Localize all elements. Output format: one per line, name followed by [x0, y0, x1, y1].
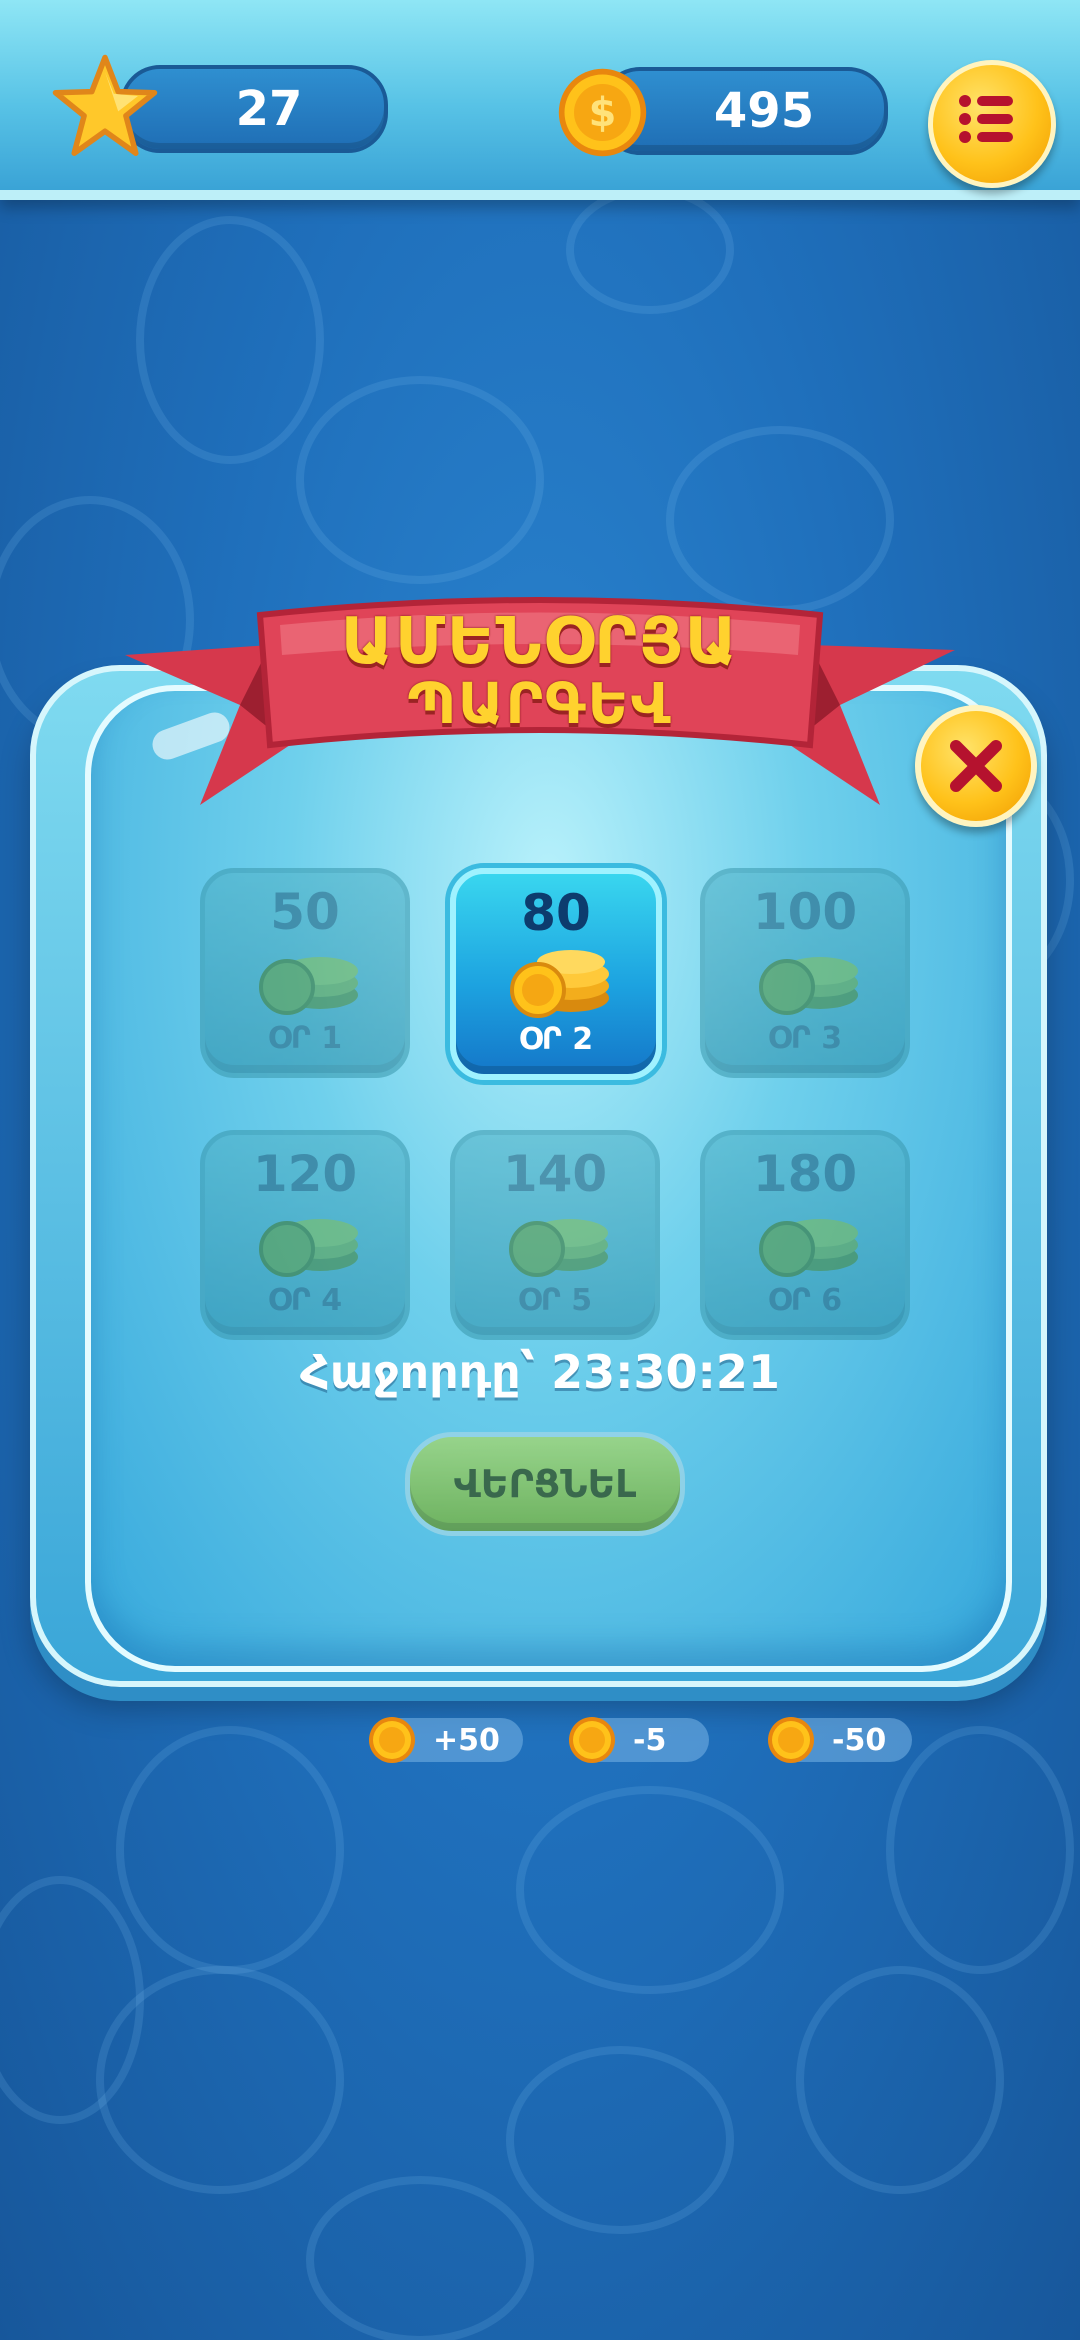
- next-reward-timer: Հաջորդը՝ 23:30:21: [300, 1345, 780, 1399]
- day-tile-6[interactable]: 180 ՕՐ 6: [700, 1130, 910, 1340]
- dialog-title-line1: ԱՄԵՆՕՐՅԱ: [341, 605, 739, 679]
- coin-pill-value: -5: [633, 1722, 667, 1758]
- coin-icon: [768, 1717, 814, 1763]
- coins-count: 495: [713, 83, 815, 139]
- day-label: ՕՐ 1: [267, 1021, 343, 1056]
- coin-stack-icon: [509, 1219, 608, 1277]
- day-tile-4[interactable]: 120 ՕՐ 4: [200, 1130, 410, 1340]
- coin-pill-value: -50: [832, 1722, 887, 1758]
- day-tile-2[interactable]: 80 ՕՐ 2: [450, 868, 662, 1080]
- close-icon: [950, 740, 1002, 792]
- star-icon: [52, 54, 158, 156]
- close-button[interactable]: [915, 705, 1037, 827]
- day-tile-5[interactable]: 140 ՕՐ 5: [450, 1130, 660, 1340]
- svg-text:$: $: [589, 90, 617, 136]
- stars-count: 27: [235, 81, 303, 137]
- day-amount: 50: [270, 883, 340, 941]
- menu-icon: [959, 95, 1013, 143]
- coin-pill-value: +50: [433, 1722, 500, 1758]
- day-label: ՕՐ 5: [517, 1283, 593, 1318]
- day-amount: 120: [252, 1145, 358, 1203]
- menu-button[interactable]: [928, 60, 1056, 188]
- day-tile-3[interactable]: 100 ՕՐ 3: [700, 868, 910, 1078]
- coin-pill-2[interactable]: -5: [569, 1717, 709, 1763]
- day-label: ՕՐ 6: [767, 1283, 843, 1318]
- day-amount: 140: [502, 1145, 608, 1203]
- coin-icon: [569, 1717, 615, 1763]
- stars-counter: 27: [120, 65, 388, 153]
- coin-stack-icon: [259, 1219, 358, 1277]
- coin-icon: [369, 1717, 415, 1763]
- coin-stack-icon: [510, 950, 609, 1018]
- dialog-title-line2: ՊԱՐԳԵՎ: [407, 672, 673, 737]
- day-label: ՕՐ 2: [518, 1022, 594, 1057]
- coin-pill-1[interactable]: +50: [369, 1717, 523, 1763]
- coin-stack-icon: [759, 1219, 858, 1277]
- coin-stack-icon: [759, 957, 858, 1015]
- coin-pill-3[interactable]: -50: [768, 1717, 912, 1763]
- day-label: ՕՐ 4: [267, 1283, 343, 1318]
- day-label: ՕՐ 3: [767, 1021, 843, 1056]
- day-amount: 180: [752, 1145, 858, 1203]
- day-tile-1[interactable]: 50 ՕՐ 1: [200, 868, 410, 1078]
- claim-button-label: ՎԵՐՑՆԵԼ: [453, 1462, 637, 1506]
- coin-icon: $: [558, 68, 647, 157]
- day-amount: 80: [521, 884, 591, 942]
- day-amount: 100: [752, 883, 858, 941]
- coin-stack-icon: [259, 957, 358, 1015]
- claim-button[interactable]: ՎԵՐՑՆԵԼ: [405, 1432, 685, 1536]
